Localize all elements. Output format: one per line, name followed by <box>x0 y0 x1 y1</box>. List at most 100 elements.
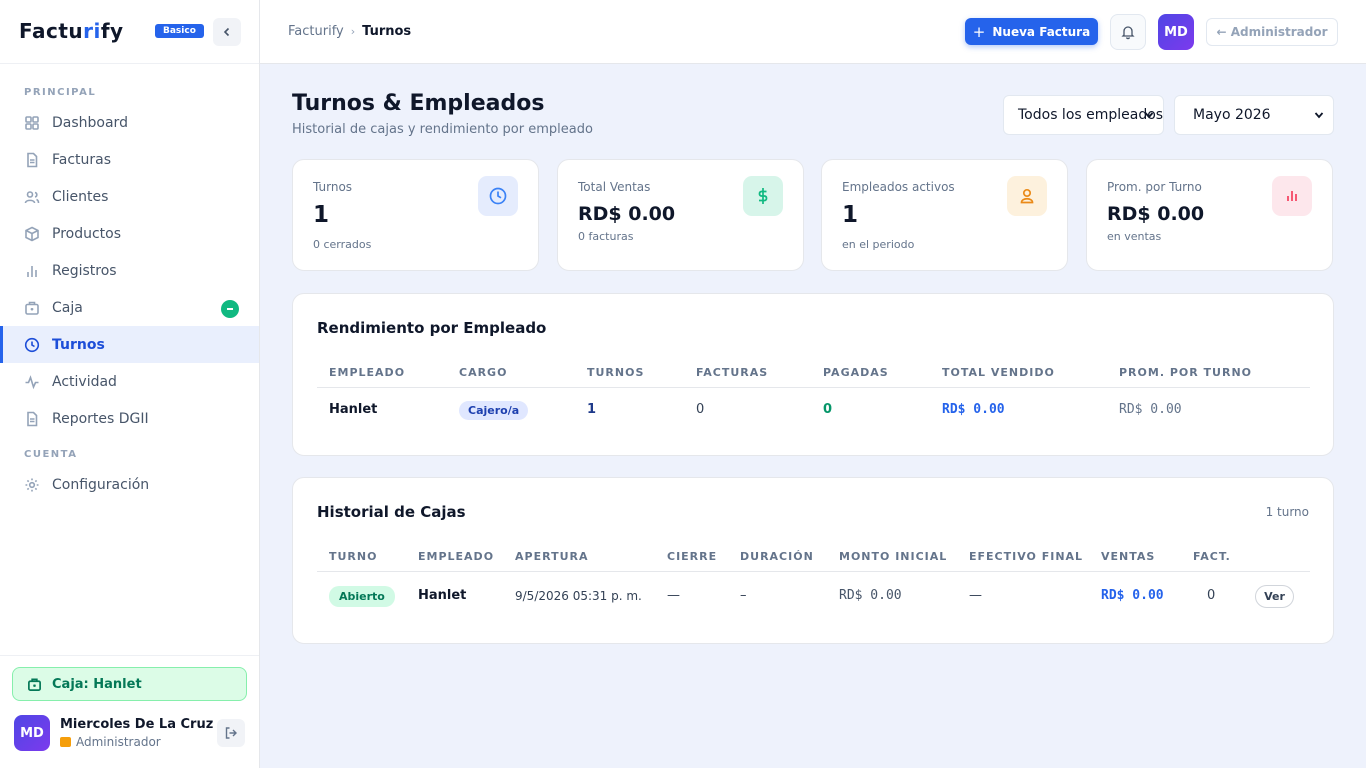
sidebar-item-label: Turnos <box>52 336 105 353</box>
column-header: VENTAS <box>1101 550 1156 563</box>
column-header: TURNO <box>329 550 378 563</box>
history-count: 1 turno <box>1265 505 1309 519</box>
status-badge: Abierto <box>329 586 395 607</box>
sidebar-item-dashboard[interactable]: Dashboard <box>0 104 259 141</box>
column-header: DURACIÓN <box>740 550 814 563</box>
column-header: EMPLEADO <box>329 366 406 379</box>
view-shift-button[interactable]: Ver <box>1255 585 1294 608</box>
sidebar-item-caja[interactable]: Caja <box>0 289 259 326</box>
file-icon <box>27 152 38 167</box>
stat-value: RD$ 0.00 <box>578 203 676 225</box>
logout-icon <box>225 727 237 739</box>
sidebar-item-label: Dashboard <box>52 114 128 131</box>
user-avatar[interactable]: MD <box>14 715 50 751</box>
stat-card-turnos: Turnos 1 0 cerrados <box>292 159 539 271</box>
period-filter-select[interactable]: Mayo 2026 <box>1174 95 1334 135</box>
sidebar-item-label: Actividad <box>52 373 117 390</box>
breadcrumb-separator: › <box>350 25 356 38</box>
app-logo[interactable]: Facturify <box>19 19 124 43</box>
cell-prom-por-turno: RD$ 0.00 <box>1119 402 1182 417</box>
column-header: TOTAL VENDIDO <box>942 366 1055 379</box>
column-header: MONTO INICIAL <box>839 550 948 563</box>
employee-filter-select[interactable]: Todos los empleados <box>1003 95 1164 135</box>
collapse-sidebar-button[interactable] <box>213 18 241 46</box>
period-filter-value: Mayo 2026 <box>1193 107 1271 123</box>
stat-icon-box <box>743 176 783 216</box>
sidebar-item-productos[interactable]: Productos <box>0 215 259 252</box>
stat-icon-box <box>1272 176 1312 216</box>
cell-duracion: – <box>740 588 747 603</box>
column-header: EMPLEADO <box>418 550 495 563</box>
sidebar-item-clientes[interactable]: Clientes <box>0 178 259 215</box>
sidebar-item-reportes-dgii[interactable]: Reportes DGII <box>0 400 259 437</box>
sidebar-item-actividad[interactable]: Actividad <box>0 363 259 400</box>
cell-cierre: — <box>667 588 680 603</box>
stat-value: RD$ 0.00 <box>1107 203 1205 225</box>
cell-efectivo-final: — <box>969 588 982 603</box>
plan-badge: Basico <box>155 24 204 38</box>
sidebar-item-label: Reportes DGII <box>52 410 149 427</box>
section-label-cuenta: CUENTA <box>24 449 78 460</box>
sidebar-item-label: Clientes <box>52 188 109 205</box>
breadcrumb-current: Turnos <box>362 24 412 39</box>
column-header: TURNOS <box>587 366 645 379</box>
activity-icon <box>25 374 39 389</box>
caja-open-indicator <box>221 300 239 318</box>
clock-icon <box>489 187 507 205</box>
header-divider <box>317 387 1310 388</box>
page-subtitle: Historial de cajas y rendimiento por emp… <box>292 122 593 137</box>
cell-total-vendido: RD$ 0.00 <box>942 402 1005 417</box>
stat-value: 1 <box>842 202 859 228</box>
employee-filter-value: Todos los empleados <box>1018 107 1164 123</box>
notifications-button[interactable] <box>1110 14 1146 50</box>
stat-sub: 0 cerrados <box>313 238 372 251</box>
chevron-left-icon <box>223 27 230 37</box>
admin-mode-button[interactable]: ← Administrador <box>1206 18 1338 46</box>
caja-status-button[interactable]: Caja: Hanlet <box>12 667 247 701</box>
sidebar: Facturify Basico PRINCIPAL Dashboard Fac… <box>0 0 260 768</box>
cargo-badge: Cajero/a <box>459 401 529 420</box>
section-label-principal: PRINCIPAL <box>24 87 97 98</box>
sidebar-item-label: Configuración <box>52 476 150 493</box>
column-header: CARGO <box>459 366 508 379</box>
history-panel: Historial de Cajas 1 turno TURNO EMPLEAD… <box>292 477 1334 644</box>
stat-card-total-ventas: Total Ventas RD$ 0.00 0 facturas <box>557 159 804 271</box>
logout-button[interactable] <box>217 719 245 747</box>
stat-icon-box <box>1007 176 1047 216</box>
cell-apertura: 9/5/2026 05:31 p. m. <box>515 589 642 603</box>
cell-monto-inicial: RD$ 0.00 <box>839 588 902 603</box>
stat-card-empleados-activos: Empleados activos 1 en el periodo <box>821 159 1068 271</box>
cell-facturas: 0 <box>696 402 705 417</box>
sidebar-footer: Caja: Hanlet MD Miercoles De La Cruz Adm… <box>0 655 259 768</box>
column-header: PAGADAS <box>823 366 889 379</box>
column-header: PROM. POR TURNO <box>1119 366 1253 379</box>
clock-icon <box>24 337 40 352</box>
brand-header: Facturify Basico <box>0 0 259 64</box>
breadcrumb: Facturify › Turnos <box>288 24 411 39</box>
performance-title: Rendimiento por Empleado <box>317 319 547 337</box>
stat-label: Empleados activos <box>842 180 955 194</box>
briefcase-icon <box>28 678 41 691</box>
role-icon <box>60 737 71 747</box>
stat-label: Prom. por Turno <box>1107 180 1202 194</box>
grid-icon <box>25 115 39 130</box>
bar-chart-icon <box>27 265 37 277</box>
sidebar-item-label: Caja <box>52 299 83 316</box>
sidebar-item-registros[interactable]: Registros <box>0 252 259 289</box>
sidebar-item-configuracion[interactable]: Configuración <box>0 466 259 503</box>
breadcrumb-root[interactable]: Facturify <box>288 24 344 39</box>
sidebar-item-label: Registros <box>52 262 117 279</box>
cell-empleado: Hanlet <box>329 402 378 417</box>
profile-avatar[interactable]: MD <box>1158 14 1194 50</box>
dollar-icon <box>758 188 768 204</box>
sidebar-item-turnos[interactable]: Turnos <box>0 326 259 363</box>
bell-icon <box>1121 26 1135 40</box>
sidebar-item-facturas[interactable]: Facturas <box>0 141 259 178</box>
column-header: FACTURAS <box>696 366 769 379</box>
column-header: APERTURA <box>515 550 589 563</box>
new-invoice-button[interactable]: + Nueva Factura <box>965 18 1098 45</box>
plus-icon: + <box>972 22 986 41</box>
column-header: CIERRE <box>667 550 718 563</box>
cell-pagadas: 0 <box>823 402 833 417</box>
header-divider <box>317 571 1310 572</box>
